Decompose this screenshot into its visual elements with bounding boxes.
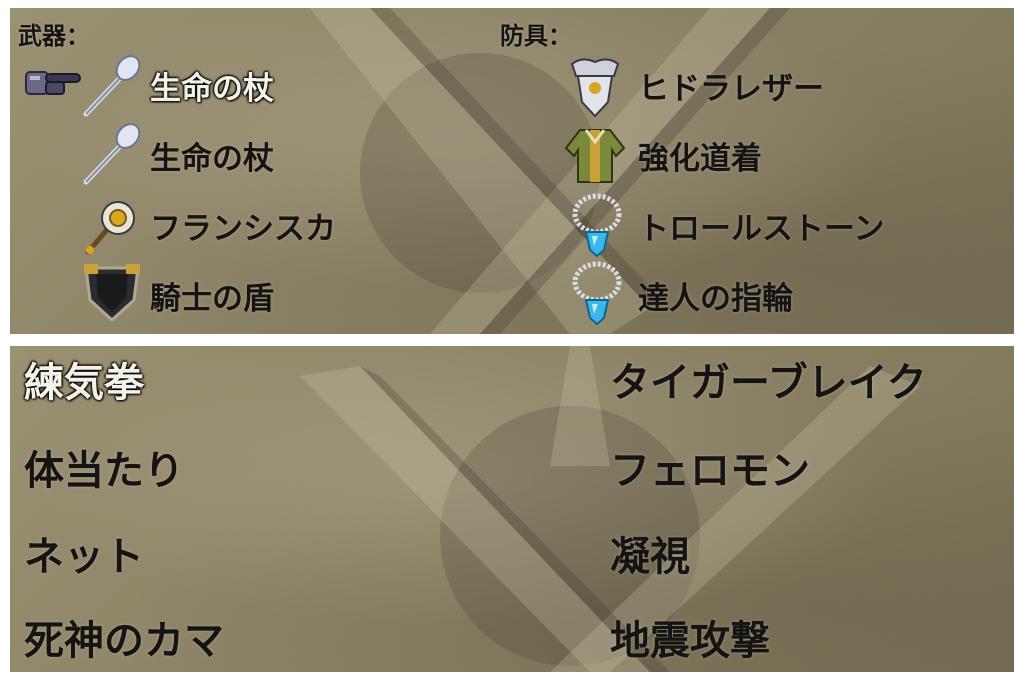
skills-panel: 練気拳 体当たり ネット 死神のカマ タイガーブレイク フェロモン 凝視 地震攻… bbox=[10, 346, 1014, 672]
equipment-panel: 武器： 防具： 生命の杖 生命の杖 フランシスカ 騎士の盾 ヒドラレザー 強化道… bbox=[10, 8, 1014, 334]
axe-icon bbox=[85, 201, 135, 255]
helmet-armor-icon bbox=[570, 58, 620, 118]
armor-name: 達人の指輪 bbox=[638, 281, 793, 317]
weapon-name: 生命の杖 bbox=[150, 71, 274, 107]
skill-item[interactable]: タイガーブレイク bbox=[610, 350, 927, 408]
armor-name: 強化道着 bbox=[638, 141, 762, 177]
staff-icon bbox=[83, 55, 141, 117]
skill-item-selected[interactable]: 練気拳 bbox=[24, 350, 144, 408]
staff-icon bbox=[83, 123, 141, 185]
weapon-name: フランシスカ bbox=[150, 211, 336, 247]
necklace-icon bbox=[572, 261, 622, 326]
pointing-gauntlet-icon bbox=[25, 71, 81, 95]
armor-header: 防具： bbox=[500, 22, 572, 50]
skill-item[interactable]: ネット bbox=[24, 524, 144, 582]
skill-item[interactable]: 死神のカマ bbox=[24, 608, 224, 666]
skill-item[interactable]: フェロモン bbox=[610, 438, 810, 496]
robe-icon bbox=[564, 129, 626, 183]
shield-icon bbox=[84, 264, 140, 323]
armor-name: トロールストーン bbox=[638, 211, 885, 247]
armor-name: ヒドラレザー bbox=[638, 71, 824, 107]
skill-item[interactable]: 体当たり bbox=[24, 438, 184, 496]
necklace-icon bbox=[572, 193, 622, 258]
weapon-name: 騎士の盾 bbox=[150, 281, 274, 317]
skill-item[interactable]: 凝視 bbox=[610, 524, 690, 582]
weapon-name: 生命の杖 bbox=[150, 141, 274, 177]
skill-item[interactable]: 地震攻撃 bbox=[610, 608, 770, 666]
weapons-header: 武器： bbox=[18, 22, 90, 50]
